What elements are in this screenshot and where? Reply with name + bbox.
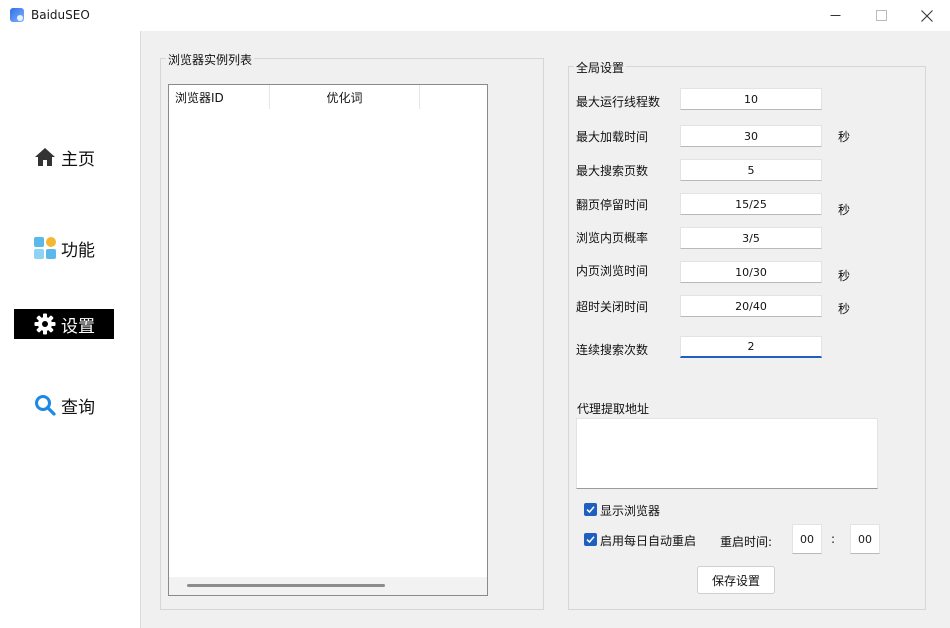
gear-icon	[32, 313, 58, 335]
inner-page-time-unit: 秒	[838, 269, 851, 283]
search-icon	[32, 394, 58, 416]
inner-page-probability-label: 浏览内页概率	[576, 231, 649, 245]
continuous-search-label: 连续搜索次数	[576, 343, 649, 357]
column-header-keyword[interactable]: 优化词	[270, 85, 420, 109]
minimize-button[interactable]	[812, 0, 858, 31]
max-load-time-unit: 秒	[838, 130, 851, 144]
max-search-pages-input[interactable]: 5	[680, 159, 822, 181]
max-load-time-label: 最大加载时间	[576, 130, 649, 144]
home-icon	[32, 146, 58, 168]
title-bar	[0, 0, 950, 31]
column-header-browser-id[interactable]: 浏览器ID	[175, 85, 270, 109]
sidebar-item-query[interactable]: 查询	[14, 390, 114, 420]
restart-time-label: 重启时间:	[720, 535, 773, 549]
restart-minute-input[interactable]: 00	[850, 524, 880, 554]
sidebar-item-label: 功能	[61, 240, 95, 261]
sidebar-item-label: 设置	[61, 316, 95, 337]
save-settings-button[interactable]: 保存设置	[697, 566, 775, 594]
show-browser-checkbox[interactable]	[584, 503, 597, 516]
checkmark-icon	[586, 536, 595, 544]
inner-page-time-input[interactable]: 10/30	[680, 261, 822, 283]
page-stay-time-label: 翻页停留时间	[576, 198, 649, 212]
continuous-search-input[interactable]: 2	[680, 336, 822, 358]
minimize-icon	[830, 15, 840, 16]
maximize-button[interactable]	[858, 0, 904, 31]
max-threads-label: 最大运行线程数	[576, 95, 661, 109]
sidebar-item-settings[interactable]: 设置	[14, 309, 114, 339]
restart-hour-input[interactable]: 00	[792, 524, 822, 554]
window-title: BaiduSEO	[31, 8, 90, 22]
scrollbar-thumb[interactable]	[187, 584, 385, 587]
close-button[interactable]	[904, 0, 950, 31]
timeout-close-unit: 秒	[838, 302, 851, 316]
browser-list-table[interactable]	[168, 84, 488, 596]
timeout-close-label: 超时关闭时间	[576, 300, 649, 314]
global-settings-title: 全局设置	[574, 59, 627, 76]
inner-page-probability-input[interactable]: 3/5	[680, 227, 822, 249]
sidebar-item-label: 主页	[61, 149, 95, 170]
browser-list-title: 浏览器实例列表	[166, 51, 255, 68]
page-stay-time-input[interactable]: 15/25	[680, 193, 822, 215]
auto-restart-checkbox[interactable]	[584, 533, 597, 546]
timeout-close-input[interactable]: 20/40	[680, 295, 822, 317]
show-browser-label[interactable]: 显示浏览器	[600, 502, 660, 519]
sidebar-item-function[interactable]: 功能	[14, 233, 114, 263]
sidebar-item-home[interactable]: 主页	[14, 142, 114, 172]
max-load-time-input[interactable]: 30	[680, 125, 822, 147]
page-stay-time-unit: 秒	[838, 203, 851, 217]
app-logo-icon	[10, 8, 24, 22]
close-icon	[921, 9, 933, 22]
maximize-icon	[875, 10, 887, 21]
max-threads-input[interactable]: 10	[680, 88, 822, 110]
proxy-url-textarea[interactable]	[576, 418, 878, 489]
sidebar-item-label: 查询	[61, 397, 95, 418]
restart-time-separator: :	[831, 532, 836, 546]
checkmark-icon	[586, 506, 595, 514]
auto-restart-label[interactable]: 启用每日自动重启	[600, 532, 696, 549]
max-search-pages-label: 最大搜索页数	[576, 164, 649, 178]
grid-icon	[32, 237, 58, 259]
inner-page-time-label: 内页浏览时间	[576, 264, 649, 278]
proxy-url-label: 代理提取地址	[577, 402, 650, 416]
